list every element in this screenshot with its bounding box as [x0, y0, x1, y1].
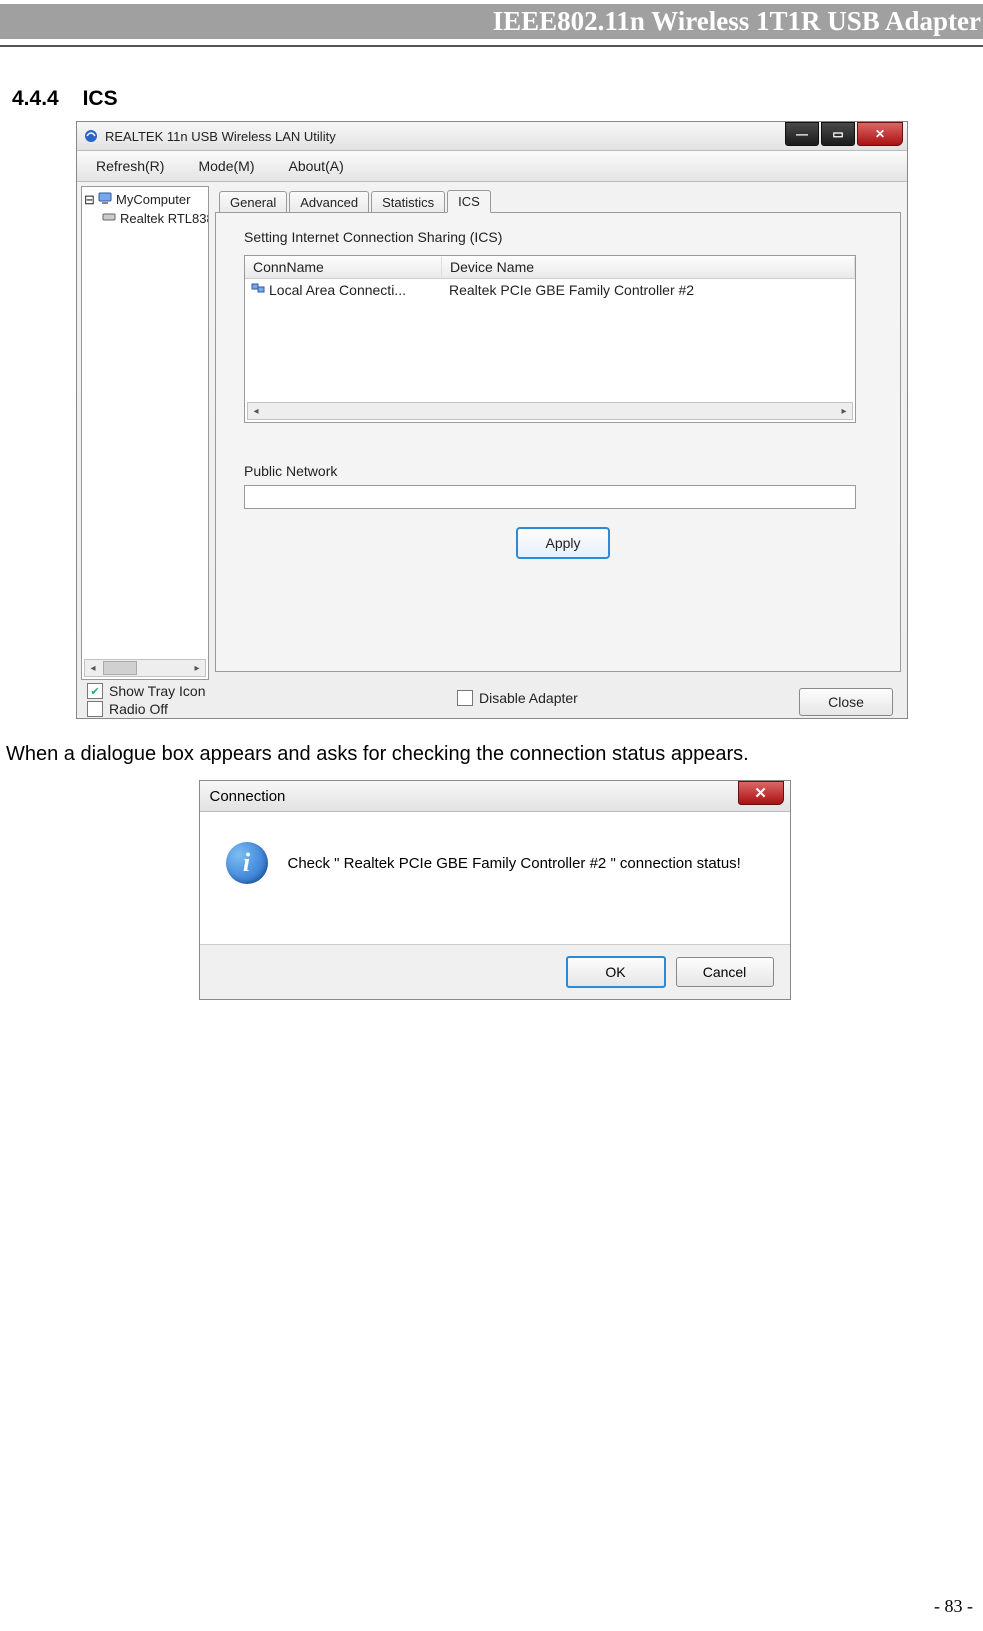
connection-dialog: Connection ✕ i Check " Realtek PCIe GBE …: [199, 780, 791, 1000]
scroll-left-icon[interactable]: ◂: [248, 406, 264, 417]
window-close-button[interactable]: ✕: [857, 122, 903, 146]
maximize-button[interactable]: ▭: [821, 122, 855, 146]
public-network-label: Public Network: [244, 463, 882, 479]
network-icon: [251, 281, 265, 298]
apply-button[interactable]: Apply: [516, 527, 610, 559]
window-title: REALTEK 11n USB Wireless LAN Utility: [105, 128, 336, 144]
tab-ics[interactable]: ICS: [447, 190, 491, 213]
doc-header-bar: IEEE802.11n Wireless 1T1R USB Adapter: [0, 4, 983, 39]
checkbox-icon: [87, 701, 103, 717]
menu-refresh[interactable]: Refresh(R): [87, 153, 173, 179]
cancel-button-label: Cancel: [703, 964, 747, 980]
tree-scrollbar[interactable]: ◂ ▸: [84, 659, 206, 677]
checkbox-checked-icon: ✔: [87, 683, 103, 699]
col-connname[interactable]: ConnName: [245, 257, 442, 277]
window-footer: ✔ Show Tray Icon Radio Off Disable Adapt…: [77, 680, 907, 720]
adapter-icon: [102, 210, 116, 227]
section-title: ICS: [83, 87, 118, 110]
tree-child-item[interactable]: Realtek RTL838: [102, 210, 206, 227]
menu-about[interactable]: About(A): [279, 153, 352, 179]
body-text: When a dialogue box appears and asks for…: [6, 743, 979, 766]
list-scrollbar[interactable]: ◂ ▸: [247, 402, 853, 420]
menu-mode[interactable]: Mode(M): [189, 153, 263, 179]
tree-child-label: Realtek RTL838: [120, 211, 209, 226]
show-tray-checkbox[interactable]: ✔ Show Tray Icon: [87, 683, 206, 699]
collapse-icon[interactable]: ⊟: [84, 192, 94, 208]
dialog-title: Connection: [210, 788, 286, 805]
dialog-titlebar[interactable]: Connection ✕: [200, 781, 790, 812]
tree-root-label: MyComputer: [116, 192, 190, 207]
tab-strip: General Advanced Statistics ICS: [215, 186, 901, 212]
tab-general[interactable]: General: [219, 191, 287, 213]
dialog-close-button[interactable]: ✕: [738, 781, 784, 805]
checkbox-icon: [457, 690, 473, 706]
close-button[interactable]: Close: [799, 688, 893, 716]
show-tray-label: Show Tray Icon: [109, 683, 206, 699]
doc-header-rule: [0, 45, 983, 47]
utility-window: REALTEK 11n USB Wireless LAN Utility — ▭…: [76, 121, 908, 719]
cancel-button[interactable]: Cancel: [676, 957, 774, 987]
section-heading: 4.4.4 ICS: [12, 87, 983, 111]
device-tree[interactable]: ⊟ MyComputer Realtek RTL838 ◂: [81, 186, 209, 680]
tree-root-item[interactable]: ⊟ MyComputer: [84, 191, 206, 208]
cell-connname: Local Area Connecti...: [269, 282, 406, 298]
window-titlebar[interactable]: REALTEK 11n USB Wireless LAN Utility — ▭…: [77, 122, 907, 151]
tab-statistics[interactable]: Statistics: [371, 191, 445, 213]
disable-adapter-label: Disable Adapter: [479, 690, 578, 706]
section-number: 4.4.4: [12, 87, 59, 110]
dialog-footer: OK Cancel: [200, 944, 790, 999]
ics-group-label: Setting Internet Connection Sharing (ICS…: [244, 229, 882, 245]
list-item[interactable]: Local Area Connecti... Realtek PCIe GBE …: [245, 279, 855, 300]
cell-devicename: Realtek PCIe GBE Family Controller #2: [447, 282, 855, 298]
public-network-input[interactable]: [244, 485, 856, 509]
scroll-left-icon[interactable]: ◂: [85, 663, 101, 674]
apply-button-label: Apply: [545, 535, 580, 551]
close-button-label: Close: [828, 694, 864, 710]
page-number: - 83 -: [934, 1596, 973, 1617]
radio-off-label: Radio Off: [109, 701, 168, 717]
list-header: ConnName Device Name: [245, 256, 855, 279]
info-icon: i: [226, 842, 268, 884]
scroll-right-icon[interactable]: ▸: [836, 406, 852, 417]
dialog-message: Check " Realtek PCIe GBE Family Controll…: [288, 855, 741, 872]
ok-button[interactable]: OK: [566, 956, 666, 988]
doc-header-title: IEEE802.11n Wireless 1T1R USB Adapter: [493, 6, 981, 36]
app-icon: [83, 128, 99, 144]
col-devicename[interactable]: Device Name: [442, 257, 855, 277]
ics-tab-panel: Setting Internet Connection Sharing (ICS…: [215, 212, 901, 672]
minimize-button[interactable]: —: [785, 122, 819, 146]
menu-bar: Refresh(R) Mode(M) About(A): [77, 151, 907, 182]
ok-button-label: OK: [605, 964, 625, 980]
scroll-right-icon[interactable]: ▸: [189, 663, 205, 674]
computer-icon: [98, 191, 112, 208]
radio-off-checkbox[interactable]: Radio Off: [87, 701, 206, 717]
scroll-thumb[interactable]: [103, 661, 137, 675]
disable-adapter-checkbox[interactable]: Disable Adapter: [457, 690, 578, 706]
connections-list[interactable]: ConnName Device Name Local Area Connecti…: [244, 255, 856, 423]
tab-advanced[interactable]: Advanced: [289, 191, 369, 213]
